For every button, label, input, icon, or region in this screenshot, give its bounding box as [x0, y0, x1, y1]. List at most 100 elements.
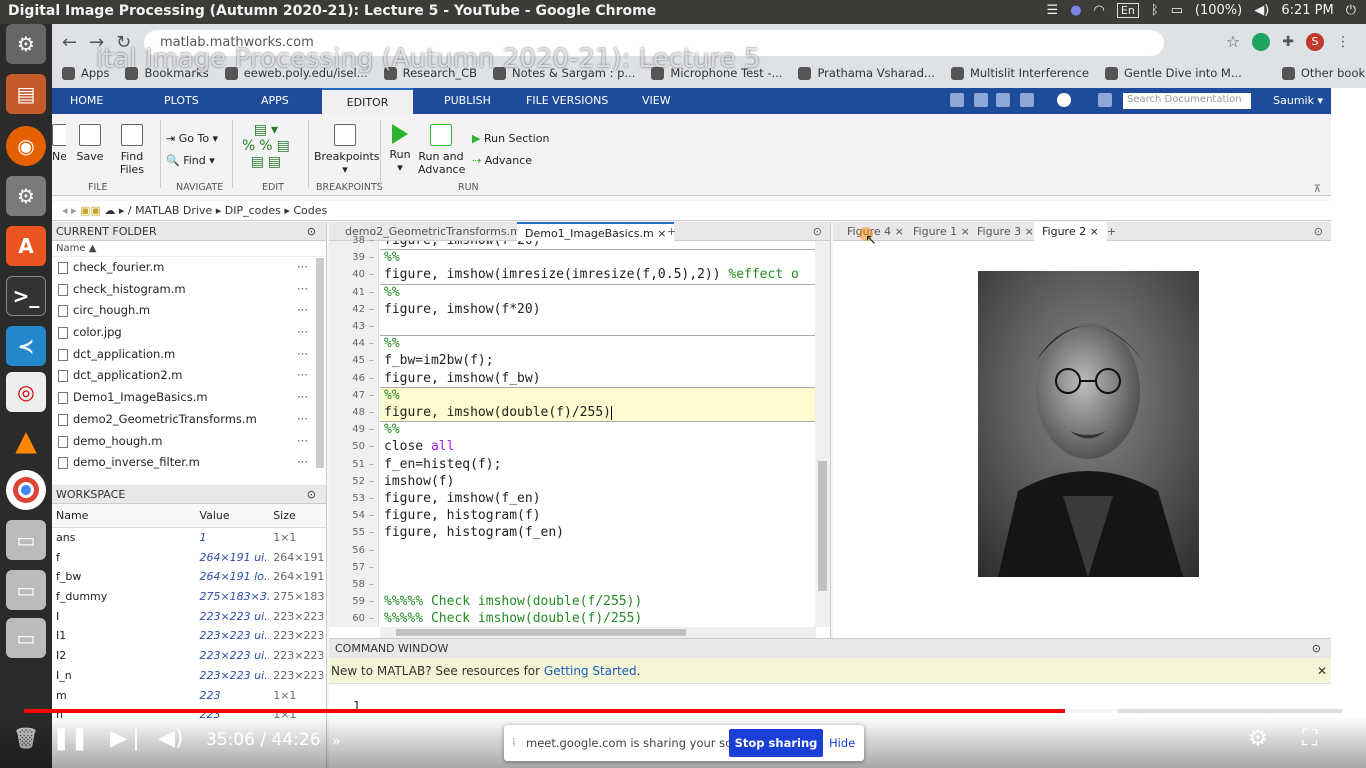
breakpoint-marker[interactable]: – — [369, 421, 374, 438]
code-line[interactable]: %% — [380, 386, 816, 404]
wifi-icon[interactable]: ◠ — [1094, 3, 1105, 18]
file-row[interactable]: demo_inverse_filter.m ··· — [52, 452, 326, 474]
menu-icon[interactable]: ☰ — [1047, 3, 1059, 18]
breakpoint-marker[interactable]: – — [369, 301, 374, 318]
code-line[interactable] — [380, 559, 816, 576]
search-documentation-input[interactable]: Search Documentation — [1123, 93, 1251, 109]
code-line[interactable]: figure, imshow(double(f)/255) — [380, 404, 816, 422]
breakpoint-marker[interactable]: – — [369, 559, 374, 576]
workspace-row[interactable]: ans 1 1×1 — [52, 528, 326, 548]
tab-view[interactable]: VIEW — [628, 88, 685, 114]
profile-avatar[interactable]: S — [1306, 32, 1324, 51]
run-button[interactable]: Run ▾ — [386, 124, 414, 174]
cloud-icon[interactable]: ☁ ▸ / — [104, 204, 135, 217]
file-row[interactable]: check_histogram.m ··· — [52, 279, 326, 301]
stop-sharing-button[interactable]: Stop sharing — [729, 729, 823, 757]
workspace-row[interactable]: I1 223×223 ui... 223×223 — [52, 626, 326, 646]
file-menu-icon[interactable]: ··· — [297, 452, 308, 474]
volume-icon[interactable]: ◀) — [1254, 3, 1269, 18]
tab-publish[interactable]: PUBLISH — [430, 88, 505, 114]
vlc-icon[interactable]: ▲ — [6, 420, 46, 460]
save-quick-icon[interactable] — [950, 93, 964, 107]
code-line[interactable]: figure, imshow(imresize(imresize(f,0.5),… — [380, 266, 816, 283]
settings-app-icon[interactable]: ⚙ — [6, 24, 46, 64]
code-line[interactable]: f_bw=im2bw(f); — [380, 352, 816, 369]
chapter-chevron-icon[interactable]: » — [332, 734, 341, 750]
tab-editor[interactable]: EDITOR — [322, 88, 413, 114]
breakpoint-marker[interactable]: – — [369, 232, 374, 249]
back-icon[interactable]: ◂ ▸ — [62, 204, 77, 217]
breakpoint-marker[interactable]: – — [369, 352, 374, 369]
editor-tab-demo1[interactable]: Demo1_ImageBasics.m × — [517, 222, 675, 241]
run-section-button[interactable]: ▶ Run Section — [472, 132, 549, 145]
fullscreen-icon[interactable]: ⛶ — [1302, 726, 1317, 751]
screenshot-app-icon[interactable]: ◎ — [6, 372, 46, 412]
drive-icon-1[interactable]: ▭ — [6, 520, 46, 560]
bluetooth-icon[interactable]: ᛒ — [1151, 3, 1159, 18]
code-line[interactable]: imshow(f) — [380, 473, 816, 490]
path-segment-drive[interactable]: MATLAB Drive — [135, 204, 212, 217]
layout-icon[interactable] — [1020, 93, 1034, 107]
file-row[interactable]: check_fourier.m ··· — [52, 257, 326, 279]
path-segment-dip[interactable]: DIP_codes — [225, 204, 281, 217]
code-line[interactable]: figure, imshow(f_en) — [380, 490, 816, 507]
code-line[interactable]: %%%%% Check imshow(double(f)/255) — [380, 610, 816, 627]
ws-col-name[interactable]: Name — [52, 504, 195, 527]
file-menu-icon[interactable]: ··· — [297, 279, 308, 301]
vscode-icon[interactable]: ≺ — [6, 326, 46, 366]
editor-horizontal-scrollbar[interactable] — [380, 627, 816, 638]
code-line[interactable] — [380, 542, 816, 559]
workspace-row[interactable]: I_n 223×223 ui... 223×223 — [52, 666, 326, 686]
file-row[interactable]: Demo1_ImageBasics.m ··· — [52, 387, 326, 409]
editor-vertical-scrollbar[interactable] — [815, 241, 830, 627]
chrome-menu-icon[interactable]: ⋮ — [1336, 34, 1350, 50]
firefox-icon[interactable]: ◉ — [6, 126, 46, 166]
run-and-advance-button[interactable]: Run and Advance — [418, 124, 465, 176]
close-notice-icon[interactable]: ✕ — [1317, 658, 1327, 684]
video-progress-bar[interactable] — [24, 709, 1342, 713]
breakpoint-marker[interactable]: – — [369, 370, 374, 387]
drive-icon-3[interactable]: ▭ — [6, 618, 46, 658]
breakpoint-marker[interactable]: – — [369, 387, 374, 404]
file-menu-icon[interactable]: ··· — [297, 322, 308, 344]
file-menu-icon[interactable]: ··· — [297, 365, 308, 387]
code-area[interactable]: figure, imshow(f-20)%%figure, imshow(imr… — [380, 241, 816, 627]
undo-icon[interactable] — [974, 93, 988, 107]
keyboard-language[interactable]: En — [1116, 3, 1139, 18]
file-row[interactable]: demo2_GeometricTransforms.m ··· — [52, 409, 326, 431]
bookmark-star-icon[interactable]: ☆ — [1226, 32, 1240, 51]
breakpoint-marker[interactable]: – — [369, 249, 374, 266]
breakpoint-marker[interactable]: – — [369, 507, 374, 524]
editor-tab-demo2[interactable]: demo2_GeometricTransforms.m × — [337, 222, 542, 241]
hide-banner-link[interactable]: Hide — [829, 736, 855, 750]
file-menu-icon[interactable]: ··· — [297, 431, 308, 453]
file-row[interactable]: circ_hough.m ··· — [52, 300, 326, 322]
figure-tab-2[interactable]: Figure 2 × — [1034, 222, 1107, 241]
breakpoint-marker[interactable]: – — [369, 335, 374, 352]
grammarly-icon[interactable] — [1252, 32, 1271, 51]
folder-scrollbar[interactable] — [316, 258, 324, 468]
redo-icon[interactable] — [996, 93, 1010, 107]
save-button[interactable]: Save — [74, 124, 106, 163]
breakpoint-marker[interactable]: – — [369, 266, 374, 283]
clock[interactable]: 6:21 PM — [1281, 3, 1333, 18]
tab-plots[interactable]: PLOTS — [150, 88, 213, 114]
bookmark-item[interactable]: Multislit Interference — [950, 66, 1089, 80]
code-line[interactable]: %% — [380, 249, 816, 266]
breakpoint-marker[interactable]: – — [369, 576, 374, 593]
bookmark-item[interactable]: Prathama Vsharad... — [798, 66, 935, 80]
breakpoint-marker[interactable]: – — [369, 456, 374, 473]
name-column-header[interactable]: Name ▲ — [52, 241, 326, 257]
breakpoint-marker[interactable]: – — [369, 610, 374, 627]
path-segment-codes[interactable]: Codes — [293, 204, 327, 217]
workspace-row[interactable]: f_dummy 275×183×3... 275×183× — [52, 587, 326, 607]
new-button[interactable]: New — [52, 124, 66, 163]
workspace-row[interactable]: I2 223×223 ui... 223×223 — [52, 646, 326, 666]
power-icon[interactable]: ⏻ — [1346, 3, 1356, 18]
code-line[interactable]: close all — [380, 438, 816, 455]
breakpoint-marker[interactable]: – — [369, 284, 374, 301]
files-app-icon[interactable]: ▤ — [6, 74, 46, 114]
file-menu-icon[interactable]: ··· — [297, 300, 308, 322]
chrome-icon[interactable] — [6, 470, 46, 510]
terminal-icon[interactable]: >_ — [6, 276, 46, 316]
